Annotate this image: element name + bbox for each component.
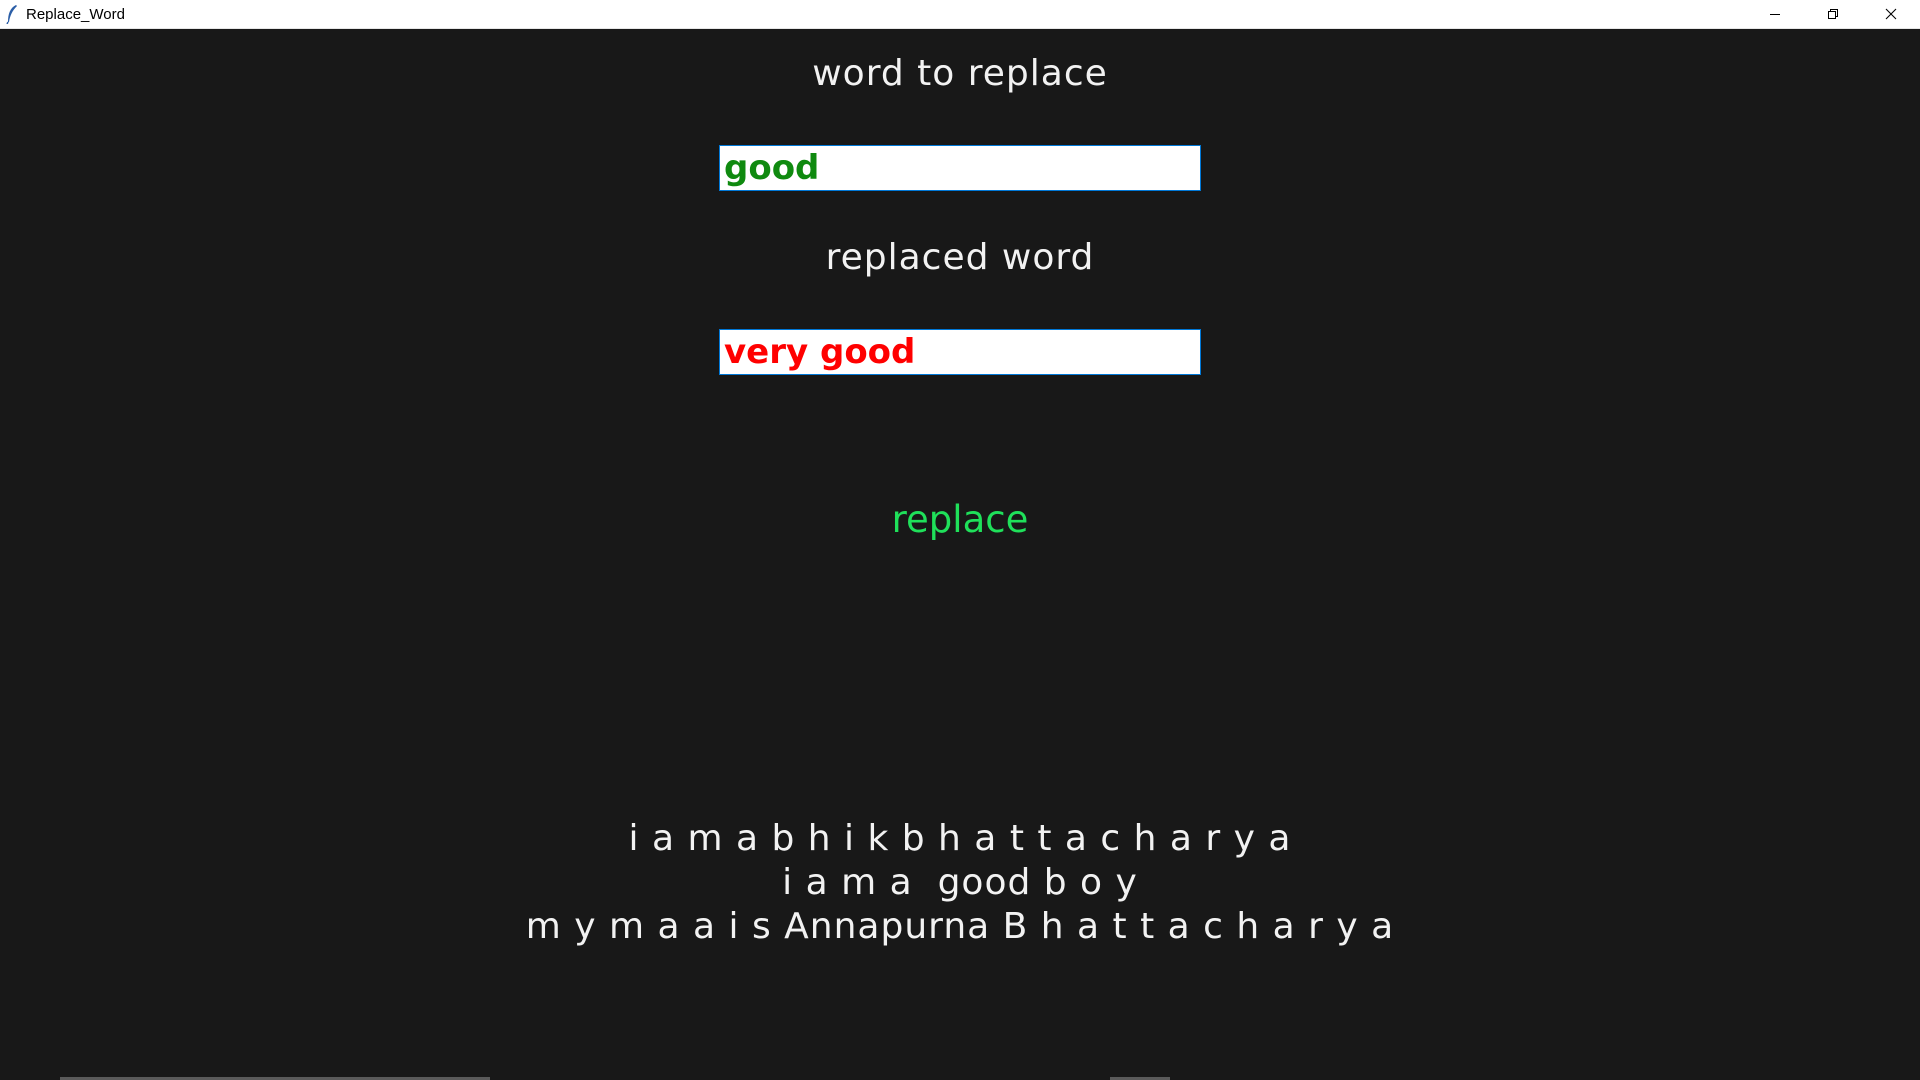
replace-button[interactable]: replace [860, 489, 1060, 549]
replaced-word-input[interactable] [719, 329, 1201, 375]
restore-button[interactable] [1804, 0, 1862, 29]
window-title: Replace_Word [26, 5, 125, 23]
output-text: i a m a b h i k b h a t t a c h a r y a … [0, 817, 1920, 949]
output-line: m y m a a i s Annapurna B h a t t a c h … [525, 906, 1395, 947]
restore-icon [1827, 5, 1839, 24]
main-content: word to replace replaced word replace i … [0, 29, 1920, 1080]
minimize-icon [1769, 5, 1781, 24]
feather-icon [4, 3, 20, 25]
close-button[interactable] [1862, 0, 1920, 29]
output-line: i a m a b h i k b h a t t a c h a r y a [628, 818, 1292, 859]
minimize-button[interactable] [1746, 0, 1804, 29]
replaced-word-label: replaced word [825, 237, 1095, 278]
word-to-replace-label: word to replace [812, 53, 1108, 94]
output-line: i a m a good b o y [782, 862, 1138, 903]
title-bar: Replace_Word [0, 0, 1920, 29]
window-controls [1746, 0, 1920, 29]
word-to-replace-input[interactable] [719, 145, 1201, 191]
close-icon [1885, 5, 1897, 24]
